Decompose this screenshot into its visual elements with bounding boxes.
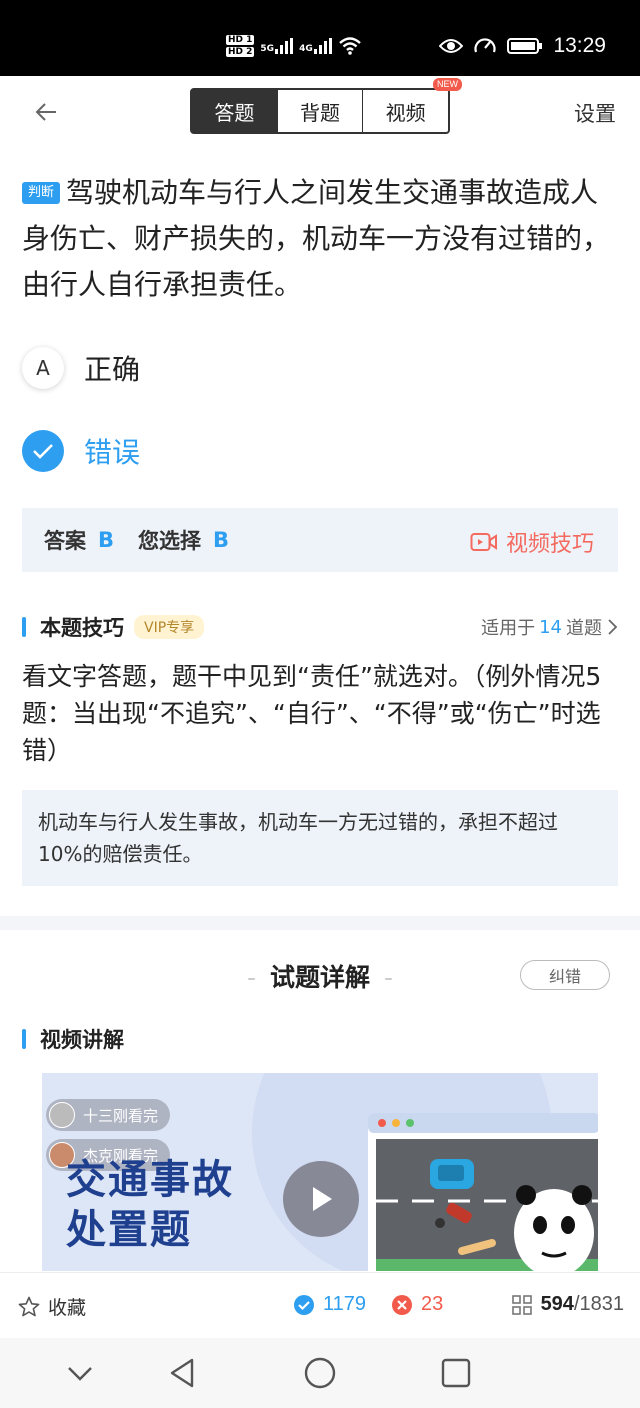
eye-icon — [439, 39, 464, 53]
play-icon — [313, 1187, 332, 1211]
answer-label: 答案 — [44, 529, 86, 553]
status-right: 13:29 — [439, 32, 606, 60]
hd1-label: HD 1 — [226, 35, 255, 45]
tip-note: 机动车与行人发生事故，机动车一方无过错的，承担不超过10%的赔偿责任。 — [22, 790, 618, 886]
tip-body: 看文字答题，题干中见到“责任”就选对。（例外情况5题：当出现“不追究”、“自行”… — [22, 662, 602, 765]
video-camera-icon — [470, 533, 497, 551]
report-error-button[interactable]: 纠错 — [520, 960, 610, 990]
correct-count[interactable]: 1179 — [293, 1293, 366, 1316]
wifi-icon — [338, 37, 361, 55]
star-icon — [18, 1296, 40, 1316]
option-a-key: A — [22, 347, 64, 389]
option-a-text: 正确 — [84, 353, 141, 386]
top-header: 答题 背题 视频 NEW 设置 — [0, 76, 640, 148]
battery-icon — [507, 38, 543, 54]
nav-back-icon[interactable] — [166, 1356, 200, 1390]
mode-tabs: 答题 背题 视频 NEW — [190, 78, 463, 134]
video-section-title: 视频讲解 — [22, 1024, 124, 1054]
chosen-value: B — [213, 528, 230, 552]
section-accent-bar — [22, 617, 26, 637]
vip-badge: VIP专享 — [134, 615, 205, 639]
wrong-count[interactable]: 23 — [391, 1293, 443, 1316]
play-button[interactable] — [283, 1161, 359, 1237]
speedometer-icon — [474, 38, 497, 53]
network-indicators: HD 1 HD 2 5G 4G — [226, 30, 362, 62]
signal-5g-icon: 5G — [260, 38, 294, 54]
back-arrow-icon[interactable] — [30, 96, 62, 128]
applies-count: 14 — [539, 616, 562, 638]
section-accent-bar — [22, 1029, 26, 1049]
nav-home-icon[interactable] — [303, 1356, 337, 1390]
tip-section-title: 本题技巧 VIP专享 — [22, 612, 205, 642]
nav-recents-icon[interactable] — [439, 1356, 473, 1390]
bottom-bar: 收藏 1179 23 594/1831 — [0, 1272, 640, 1338]
grid-icon — [511, 1294, 532, 1315]
video-tip-button[interactable]: 视频技巧 — [470, 526, 594, 558]
correct-check-icon — [294, 1294, 314, 1315]
wrong-x-icon — [392, 1294, 412, 1315]
question-progress[interactable]: 594/1831 — [511, 1293, 624, 1316]
clock: 13:29 — [553, 34, 606, 57]
question-type-tag: 判断 — [22, 182, 61, 204]
hd-icon: HD 1 HD 2 — [226, 35, 255, 57]
watcher-badge: 十三刚看完 — [46, 1099, 171, 1131]
new-badge: NEW — [433, 78, 463, 91]
progress-current: 594 — [540, 1293, 574, 1315]
chosen-label: 您选择 — [138, 529, 202, 553]
question-text-block: 判断 驾驶机动车与行人之间发生交通事故造成人身伤亡、财产损失的，机动车一方没有过错… — [22, 170, 622, 308]
section-divider — [0, 916, 640, 930]
settings-button[interactable]: 设置 — [574, 98, 616, 128]
tab-answer[interactable]: 答题 — [192, 90, 277, 132]
status-bar: HD 1 HD 2 5G 4G 13:29 — [0, 0, 640, 76]
answer-panel: 答案 B 您选择 B 视频技巧 — [22, 508, 618, 572]
option-b-text: 错误 — [84, 436, 141, 469]
video-player[interactable]: 十三刚看完 杰克刚看完 交通事故 处置题 — [42, 1073, 598, 1271]
option-b[interactable]: 错误 — [22, 428, 622, 474]
video-title: 交通事故 处置题 — [66, 1157, 234, 1253]
system-nav-bar — [0, 1338, 640, 1408]
chevron-right-icon — [608, 619, 618, 635]
tip-title: 本题技巧 — [40, 616, 124, 640]
hd2-label: HD 2 — [226, 47, 255, 57]
tab-video[interactable]: 视频 NEW — [362, 78, 463, 132]
chevron-down-icon[interactable] — [63, 1356, 97, 1390]
question-text: 驾驶机动车与行人之间发生交通事故造成人身伤亡、财产损失的，机动车一方没有过错的，… — [22, 176, 611, 301]
option-a[interactable]: A 正确 — [22, 345, 622, 391]
video-tip-label: 视频技巧 — [505, 532, 594, 557]
signal-4g-icon: 4G — [299, 38, 332, 54]
tab-memorize[interactable]: 背题 — [276, 90, 363, 132]
avatar — [49, 1102, 75, 1128]
applies-link[interactable]: 适用于 14 道题 — [481, 614, 618, 640]
answer-value: B — [98, 528, 115, 552]
favorite-button[interactable]: 收藏 — [18, 1293, 86, 1320]
progress-total: /1831 — [573, 1293, 624, 1315]
check-icon — [22, 430, 64, 472]
